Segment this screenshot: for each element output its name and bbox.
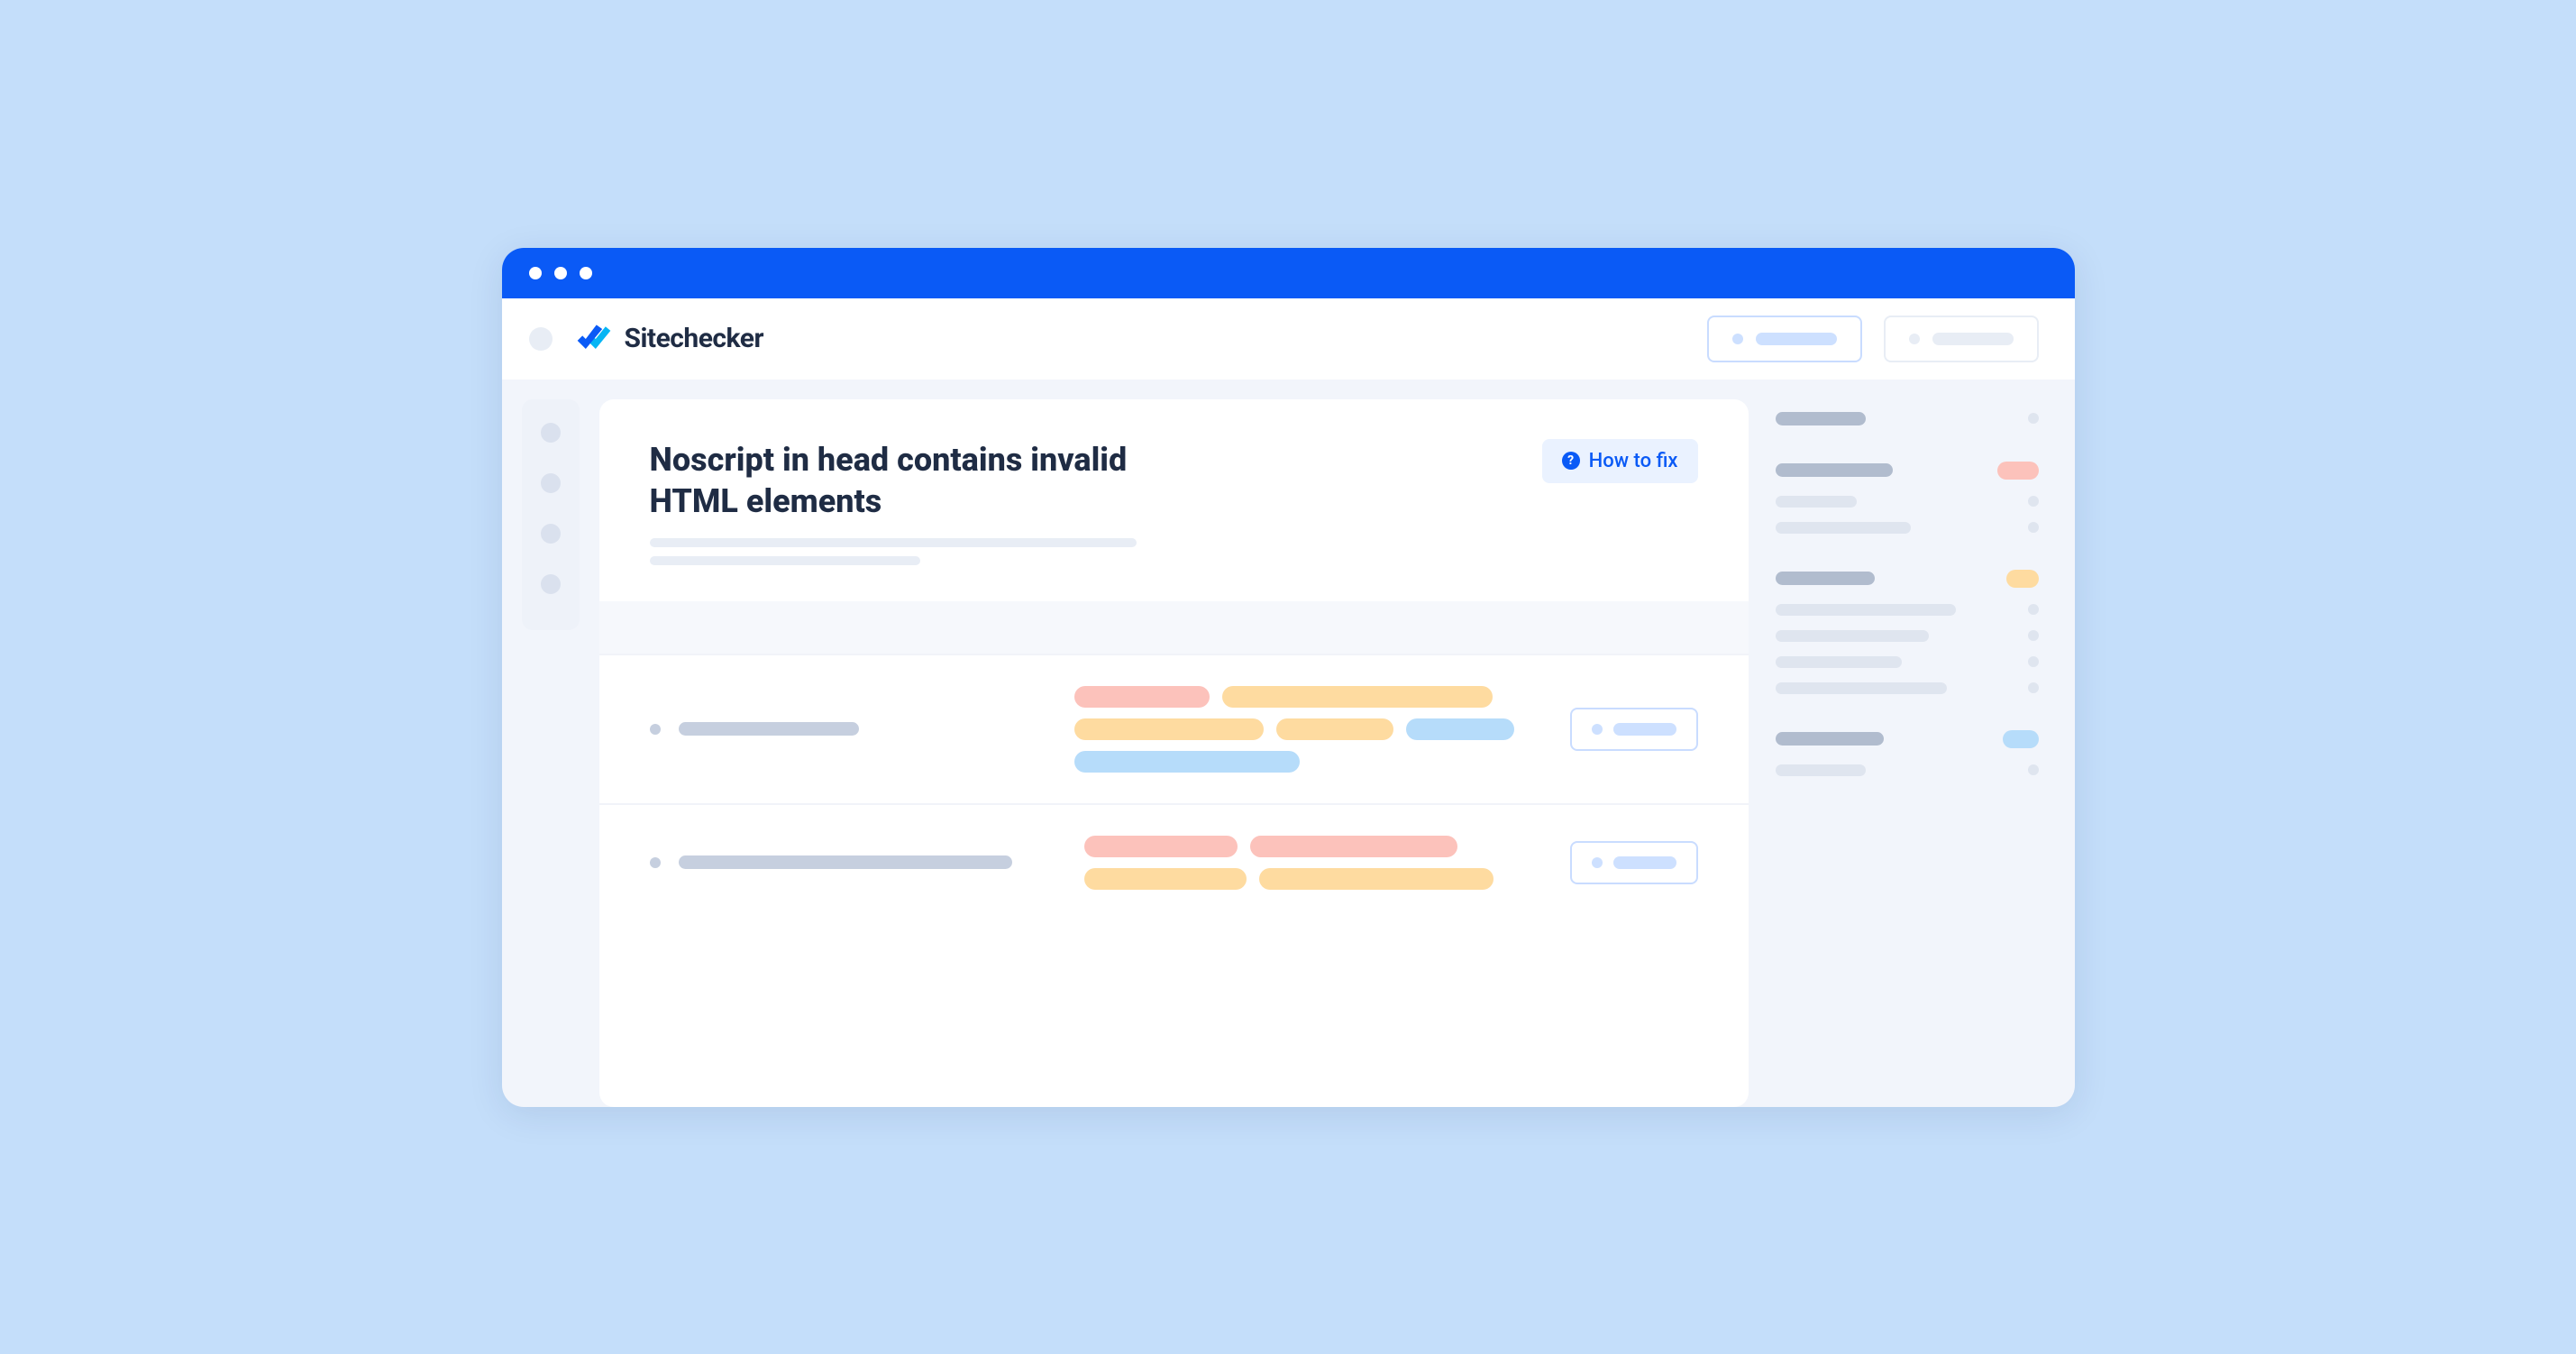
app-toolbar: Sitechecker (502, 298, 2075, 380)
group-title-placeholder (1776, 463, 1893, 477)
group-title-placeholder (1776, 412, 1866, 425)
tag-pill (1222, 686, 1493, 708)
side-navigation (522, 399, 580, 630)
tag-pill (1074, 686, 1210, 708)
sidebar-item[interactable] (1776, 496, 2039, 508)
placeholder-icon (1732, 334, 1743, 344)
tag-pill (1084, 836, 1238, 857)
app-body: Noscript in head contains invalid HTML e… (502, 380, 2075, 1107)
group-title-placeholder (1776, 732, 1884, 746)
issue-header: Noscript in head contains invalid HTML e… (599, 399, 1749, 601)
row-url-placeholder (679, 722, 859, 736)
window-control-minimize[interactable] (554, 267, 567, 279)
sidebar-item[interactable] (1776, 604, 2039, 616)
row-action-button[interactable] (1570, 841, 1698, 884)
tag-pill (1276, 718, 1393, 740)
placeholder-icon (1592, 857, 1603, 868)
app-name: Sitechecker (625, 323, 763, 354)
tag-pill (1074, 751, 1300, 773)
result-row[interactable] (599, 803, 1749, 920)
notice-badge (2003, 730, 2039, 748)
filters-bar (599, 601, 1749, 654)
nav-item[interactable] (541, 524, 561, 544)
placeholder-text (1613, 723, 1676, 736)
nav-item[interactable] (541, 473, 561, 493)
placeholder-text (1932, 333, 2014, 345)
nav-item[interactable] (541, 423, 561, 443)
row-bullet (650, 857, 661, 868)
group-title-placeholder (1776, 572, 1875, 585)
warning-badge (2006, 570, 2039, 588)
placeholder-text (1756, 333, 1837, 345)
how-to-fix-button[interactable]: ? How to fix (1542, 439, 1698, 483)
tag-pill (1259, 868, 1494, 890)
tag-pill (1074, 718, 1264, 740)
window-titlebar (502, 248, 2075, 298)
how-to-fix-label: How to fix (1589, 450, 1678, 472)
menu-icon[interactable] (529, 327, 553, 351)
sidebar-group-notices (1776, 730, 2039, 776)
placeholder-text (1613, 856, 1676, 869)
row-tags (1084, 836, 1534, 890)
issue-sidebar (1776, 399, 2055, 1107)
issue-title: Noscript in head contains invalid HTML e… (650, 439, 1209, 522)
help-icon: ? (1562, 452, 1580, 470)
window-control-maximize[interactable] (580, 267, 592, 279)
nav-item[interactable] (541, 574, 561, 594)
row-action-button[interactable] (1570, 708, 1698, 751)
window-control-close[interactable] (529, 267, 542, 279)
app-window: Sitechecker Noscript in head contains in… (502, 248, 2075, 1107)
toolbar-secondary-button[interactable] (1884, 316, 2039, 362)
placeholder-icon (1592, 724, 1603, 735)
toolbar-primary-button[interactable] (1707, 316, 1862, 362)
row-bullet (650, 724, 661, 735)
sidebar-item[interactable] (1776, 656, 2039, 668)
row-tags (1074, 686, 1534, 773)
issue-description-placeholder (650, 538, 1209, 565)
sidebar-item[interactable] (1776, 764, 2039, 776)
check-logo-icon (574, 322, 614, 356)
main-content: Noscript in head contains invalid HTML e… (599, 399, 2055, 1107)
tag-pill (1406, 718, 1514, 740)
issue-panel: Noscript in head contains invalid HTML e… (599, 399, 1749, 1107)
sidebar-item[interactable] (1776, 630, 2039, 642)
sidebar-item[interactable] (1776, 522, 2039, 534)
sidebar-item[interactable] (1776, 682, 2039, 694)
sidebar-group-warnings (1776, 570, 2039, 694)
result-row[interactable] (599, 654, 1749, 803)
error-badge (1997, 462, 2039, 480)
row-url-placeholder (679, 855, 1012, 869)
app-logo[interactable]: Sitechecker (574, 322, 763, 356)
sidebar-group-errors (1776, 462, 2039, 534)
tag-pill (1250, 836, 1457, 857)
placeholder-icon (1909, 334, 1920, 344)
group-count-placeholder (2028, 413, 2039, 424)
tag-pill (1084, 868, 1247, 890)
sidebar-group (1776, 412, 2039, 425)
